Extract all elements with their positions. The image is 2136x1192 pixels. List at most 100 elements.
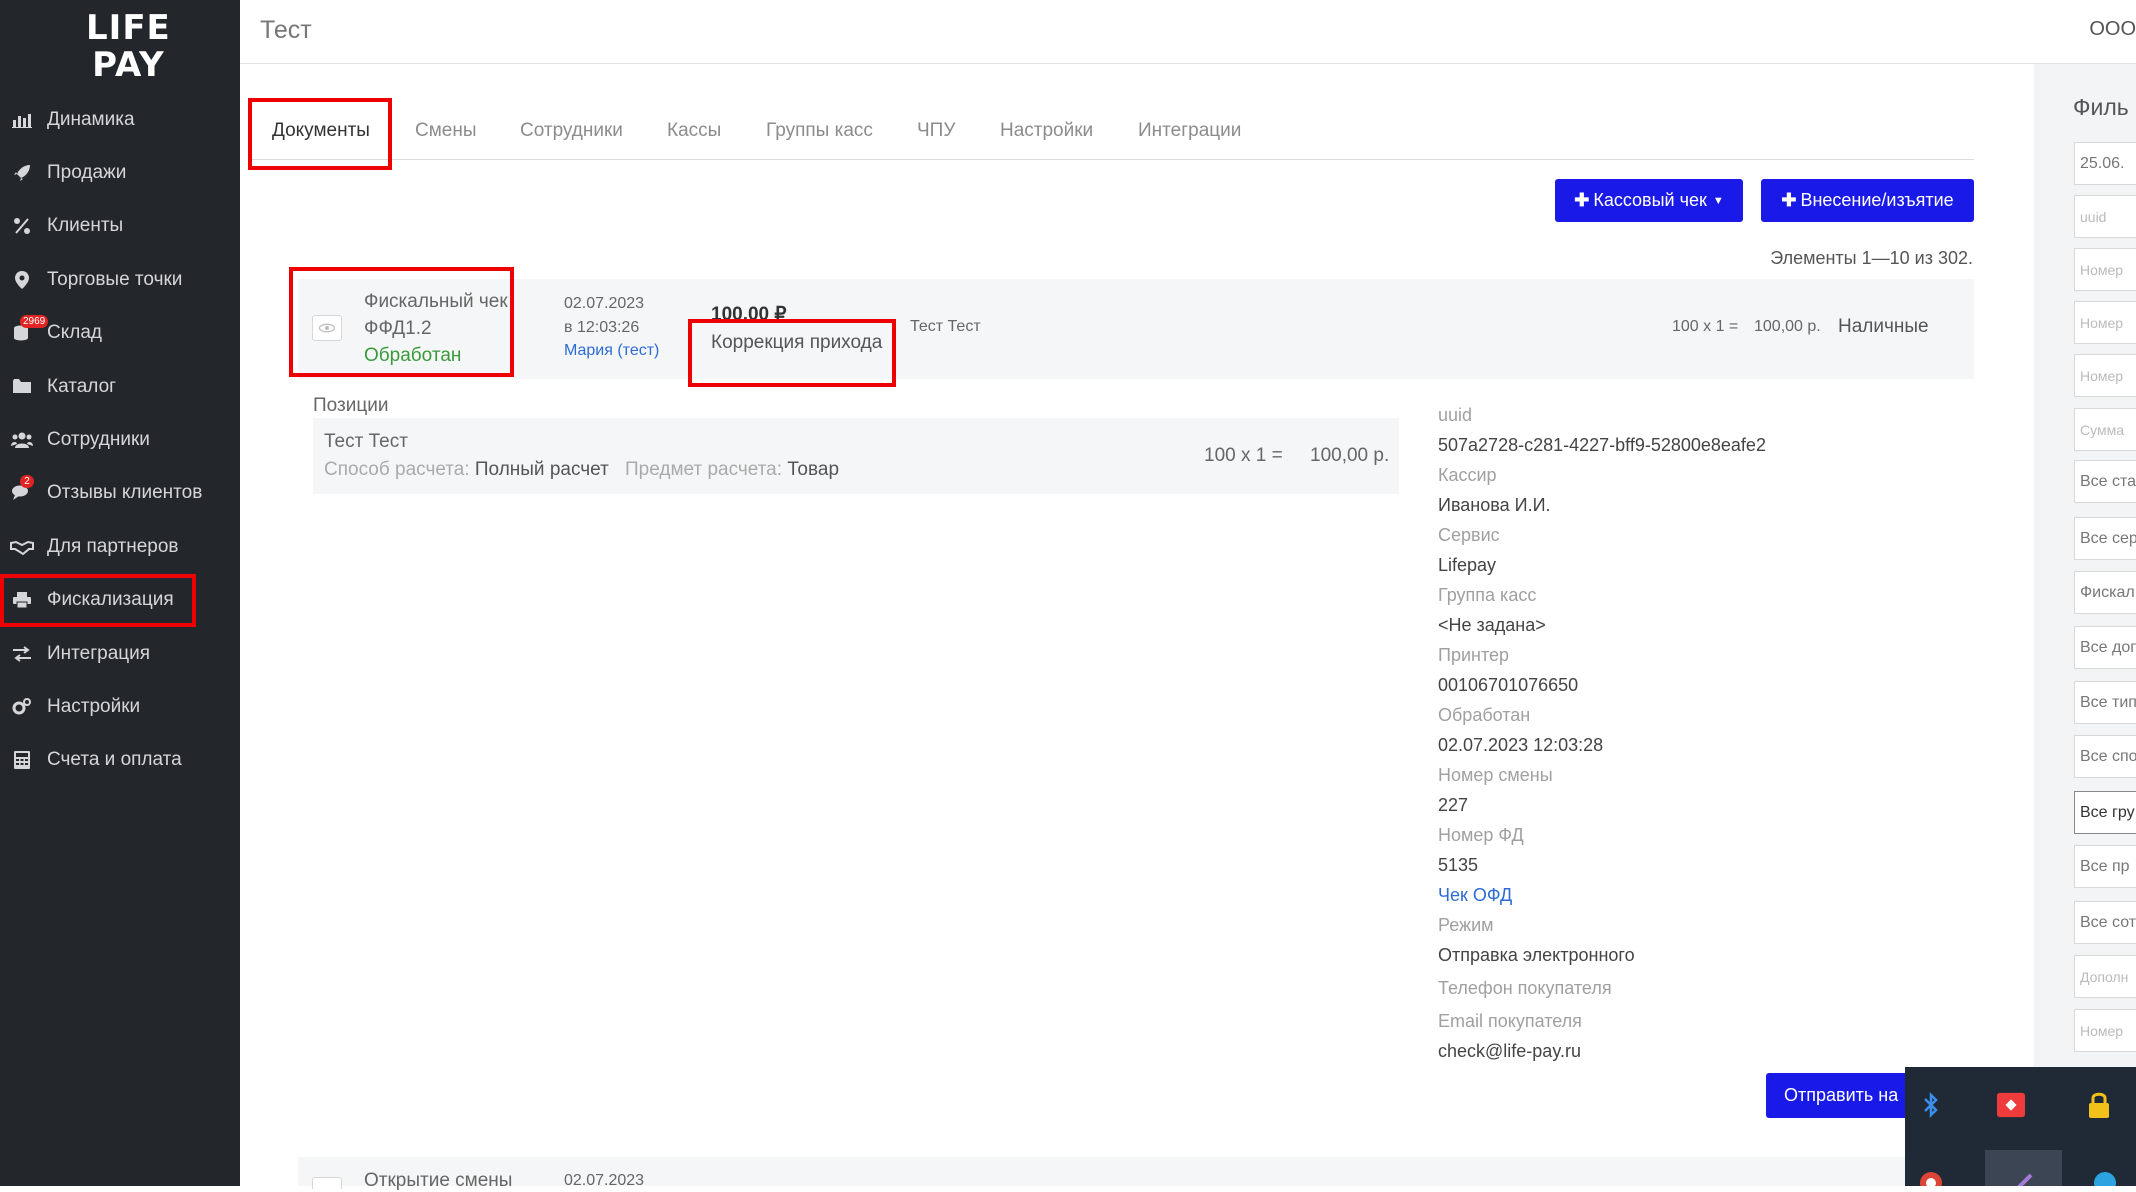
sum-filter-input[interactable]: Сумма bbox=[2074, 408, 2136, 451]
filter-panel: Филь 25.06. uuid Номер Номер Номер Сумма… bbox=[2034, 64, 2136, 1186]
filter-title: Филь bbox=[2073, 94, 2129, 120]
shift-number-value: 227 bbox=[1438, 795, 1469, 815]
sidebar-item-label: Счета и оплата bbox=[47, 749, 182, 771]
plus-icon: ✚ bbox=[1781, 190, 1797, 210]
sidebar-item-label: Для партнеров bbox=[47, 535, 179, 557]
subject-value: Товар bbox=[787, 459, 840, 480]
printer-value: 00106701076650 bbox=[1438, 675, 1579, 695]
number-filter-input-1[interactable]: Номер bbox=[2074, 248, 2136, 291]
percent-icon bbox=[10, 216, 34, 236]
printer-filter-select[interactable]: Все пр bbox=[2074, 845, 2136, 888]
gears-icon bbox=[10, 697, 34, 717]
sidebar-item-settings[interactable]: Настройки bbox=[0, 680, 240, 733]
eye-icon[interactable] bbox=[312, 315, 342, 341]
cashier-link[interactable]: Мария (тест) bbox=[564, 342, 659, 360]
sidebar-item-reviews[interactable]: 2 Отзывы клиентов bbox=[0, 467, 240, 520]
page-title: Тест bbox=[260, 16, 312, 44]
tab-employees[interactable]: Сотрудники bbox=[520, 120, 623, 142]
sidebar-item-sales[interactable]: Продажи bbox=[0, 146, 240, 199]
sidebar-item-integration[interactable]: Интеграция bbox=[0, 627, 240, 680]
service-filter-select[interactable]: Все сер bbox=[2074, 517, 2136, 560]
sidebar-item-label: Фискализация bbox=[47, 589, 174, 611]
group-filter-select[interactable]: Все гру bbox=[2074, 791, 2136, 834]
tab-integrations[interactable]: Интеграции bbox=[1138, 120, 1241, 142]
sidebar-item-label: Динамика bbox=[47, 108, 135, 130]
type-filter-select[interactable]: Все тип bbox=[2074, 681, 2136, 724]
next-document-date: 02.07.2023 bbox=[564, 1172, 645, 1189]
add-deposit-withdrawal-button[interactable]: ✚ Внесение/изъятие bbox=[1761, 179, 1974, 222]
document-type: Фискальный чек bbox=[364, 291, 508, 312]
uuid-filter-input[interactable]: uuid bbox=[2074, 195, 2136, 238]
mode-label: Режим bbox=[1438, 915, 1494, 935]
add-deposit-label: Внесение/изъятие bbox=[1800, 190, 1954, 210]
eye-icon[interactable] bbox=[312, 1177, 342, 1189]
exchange-icon bbox=[10, 644, 34, 664]
sidebar-item-warehouse[interactable]: 2969 Склад bbox=[0, 307, 240, 360]
sidebar-item-catalog[interactable]: Каталог bbox=[0, 360, 240, 413]
number-filter-input-2[interactable]: Номер bbox=[2074, 301, 2136, 344]
subject-label: Предмет расчета: bbox=[625, 459, 783, 480]
sidebar-item-employees[interactable]: Сотрудники bbox=[0, 413, 240, 466]
sidebar-item-label: Каталог bbox=[47, 375, 117, 397]
sidebar-item-dynamics[interactable]: Динамика bbox=[0, 93, 240, 146]
position-subject: Предмет расчета: Товар bbox=[625, 459, 839, 481]
positions-title: Позиции bbox=[313, 395, 389, 416]
tab-shifts[interactable]: Смены bbox=[415, 120, 477, 142]
sidebar-item-label: Клиенты bbox=[47, 215, 124, 237]
system-tray-popup bbox=[1905, 1067, 2136, 1186]
ofd-receipt-link[interactable]: Чек ОФД bbox=[1438, 880, 1958, 910]
document-row-next[interactable]: Открытие смены 02.07.2023 bbox=[298, 1157, 1908, 1191]
sidebar-nav: Динамика Продажи Клиенты Торговые точки … bbox=[0, 93, 240, 787]
customer-email-value: check@life-pay.ru bbox=[1438, 1041, 1581, 1061]
sidebar-item-label: Настройки bbox=[47, 695, 141, 717]
sidebar-item-billing[interactable]: Счета и оплата bbox=[0, 734, 240, 787]
add-receipt-label: Кассовый чек bbox=[1593, 190, 1707, 210]
top-header: Тест ООО bbox=[240, 0, 2136, 64]
status-filter-select[interactable]: Все ста bbox=[2074, 460, 2136, 503]
doc-filter-select[interactable]: Все доп bbox=[2074, 626, 2136, 669]
organization-name[interactable]: ООО bbox=[2089, 18, 2136, 41]
add-receipt-button[interactable]: ✚ Кассовый чек ▼ bbox=[1555, 179, 1743, 222]
status-badge: Обработан bbox=[364, 345, 462, 366]
map-pin-icon bbox=[10, 270, 34, 290]
tab-documents[interactable]: Документы bbox=[272, 120, 370, 142]
sidebar-item-partners[interactable]: Для партнеров bbox=[0, 520, 240, 573]
position-method: Способ расчета: Полный расчет bbox=[324, 459, 609, 481]
sidebar-item-clients[interactable]: Клиенты bbox=[0, 200, 240, 253]
tab-register-groups[interactable]: Группы касс bbox=[766, 120, 873, 142]
anydesk-icon[interactable] bbox=[1997, 1091, 2025, 1119]
mode-value: Отправка электронного bbox=[1438, 945, 1635, 965]
fiscal-filter-select[interactable]: Фискал bbox=[2074, 571, 2136, 614]
fd-number-label: Номер ФД bbox=[1438, 825, 1524, 845]
sidebar-item-fiscalization[interactable]: Фискализация bbox=[0, 573, 196, 627]
date-filter-input[interactable]: 25.06. bbox=[2074, 142, 2136, 185]
pen-icon[interactable] bbox=[2009, 1171, 2037, 1186]
users-icon bbox=[10, 430, 34, 450]
number-filter-input-4[interactable]: Номер bbox=[2074, 1009, 2136, 1052]
tab-registers[interactable]: Кассы bbox=[667, 120, 721, 142]
tab-settings[interactable]: Настройки bbox=[1000, 120, 1093, 142]
employee-filter-select[interactable]: Все сот bbox=[2074, 901, 2136, 944]
bluetooth-icon[interactable] bbox=[1917, 1091, 1945, 1119]
extra-filter-input[interactable]: Дополн bbox=[2074, 955, 2136, 998]
method-filter-select[interactable]: Все спо bbox=[2074, 735, 2136, 778]
processed-value: 02.07.2023 12:03:28 bbox=[1438, 735, 1604, 755]
document-row[interactable]: Фискальный чек ФФД1.2 Обработан 02.07.20… bbox=[298, 279, 1974, 379]
document-details: uuid 507a2728-c281-4227-bff9-52800e8eafe… bbox=[1438, 400, 1958, 1066]
lifepay-logo[interactable]: LIFE PAY bbox=[86, 10, 171, 84]
telegram-icon[interactable] bbox=[2091, 1171, 2119, 1186]
send-to-button[interactable]: Отправить на bbox=[1766, 1073, 1926, 1118]
tab-cnc[interactable]: ЧПУ bbox=[917, 120, 955, 142]
logo-line-2: PAY bbox=[92, 45, 165, 85]
sidebar-item-label: Продажи bbox=[47, 162, 127, 184]
number-filter-input-3[interactable]: Номер bbox=[2074, 354, 2136, 397]
reviews-badge: 2 bbox=[20, 474, 34, 488]
sidebar-item-stores[interactable]: Торговые точки bbox=[0, 253, 240, 306]
document-time: в 12:03:26 bbox=[564, 319, 640, 336]
lock-icon[interactable] bbox=[2085, 1091, 2113, 1119]
chrome-icon[interactable] bbox=[1917, 1171, 1945, 1186]
printer-label: Принтер bbox=[1438, 645, 1510, 665]
processed-label: Обработан bbox=[1438, 705, 1531, 725]
document-amount: 100,00 ₽ bbox=[711, 304, 787, 325]
handshake-icon bbox=[10, 537, 34, 557]
